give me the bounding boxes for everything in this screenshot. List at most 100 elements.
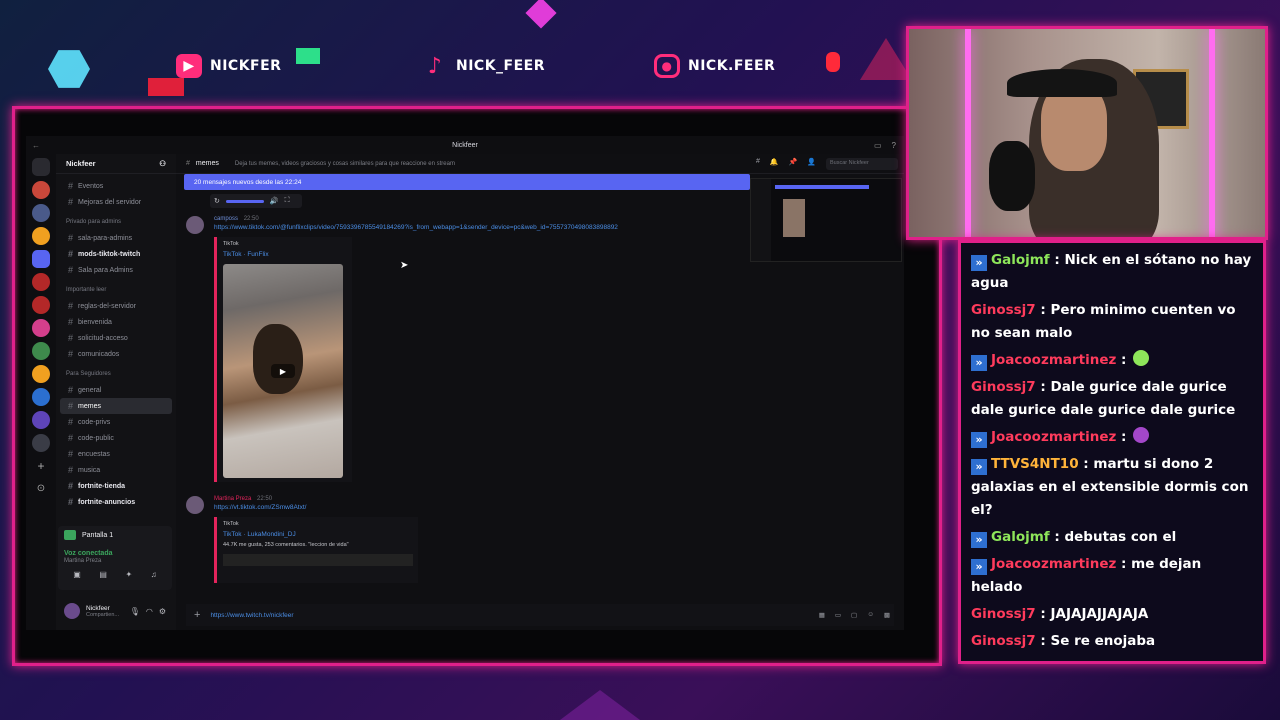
server-icon[interactable] xyxy=(32,181,50,199)
channel-item[interactable]: # fortnite-tienda xyxy=(60,478,172,494)
volume-icon[interactable]: 🔊 xyxy=(270,197,279,205)
server-icon[interactable] xyxy=(32,227,50,245)
server-icon[interactable] xyxy=(32,388,50,406)
microphone-icon[interactable]: 🎙 xyxy=(130,607,140,616)
channel-item[interactable]: # bienvenida xyxy=(60,314,172,330)
invite-icon[interactable]: ⚇ xyxy=(159,159,166,168)
channel-item[interactable]: # code-public xyxy=(60,430,172,446)
chat-username[interactable]: TTVS4NT10 xyxy=(991,456,1079,472)
chat-username[interactable]: Galojmf xyxy=(991,529,1050,545)
chat-text: dea xyxy=(1087,240,1115,241)
server-icon[interactable] xyxy=(32,411,50,429)
server-icon[interactable] xyxy=(32,342,50,360)
server-icon[interactable] xyxy=(32,434,50,452)
composer-text[interactable]: https://www.twitch.tv/nickfeer xyxy=(210,612,293,619)
embed-title[interactable]: TikTok · LukaMondini_DJ xyxy=(223,531,412,538)
server-name-header[interactable]: Nickfeer ⚇ xyxy=(56,154,176,174)
headphones-icon[interactable]: ◠ xyxy=(146,607,153,616)
camera-icon[interactable]: ▣ xyxy=(73,570,81,579)
message-author[interactable]: Martina Preza xyxy=(214,496,251,502)
server-icon-selected[interactable] xyxy=(32,250,50,268)
replay-icon[interactable]: ↻ xyxy=(214,197,220,205)
channel-item[interactable]: # reglas-del-servidor xyxy=(60,298,172,314)
channel-item[interactable]: # code-privs xyxy=(60,414,172,430)
sticker-icon[interactable]: ▢ xyxy=(851,611,857,619)
avatar[interactable] xyxy=(64,603,80,619)
volume-slider[interactable] xyxy=(225,199,264,203)
bell-icon[interactable]: 🔔 xyxy=(770,158,779,170)
video-thumbnail[interactable] xyxy=(223,554,413,566)
server-icon[interactable] xyxy=(32,365,50,383)
emoji-icon[interactable]: ☺ xyxy=(867,611,874,619)
user-name: Nickfeer xyxy=(86,604,110,612)
add-server-icon[interactable]: + xyxy=(32,457,50,475)
help-icon[interactable]: ? xyxy=(892,141,896,150)
red-block-decoration xyxy=(148,78,184,96)
chat-username[interactable]: Galojmf xyxy=(991,252,1050,268)
chat-text: Se re enojaba xyxy=(1050,633,1156,649)
chat-message: » TTVS4NT10 : martu si dono 2 galaxias en… xyxy=(971,456,1249,518)
gif-icon[interactable]: ▭ xyxy=(835,611,841,619)
chat-username[interactable]: Ginossj7 xyxy=(971,633,1036,649)
chat-username[interactable]: Joacoozmartinez xyxy=(991,556,1116,572)
youtube-handle: NICKFER xyxy=(210,58,282,74)
message-composer[interactable]: + https://www.twitch.tv/nickfeer ▦ ▭ ▢ ☺… xyxy=(186,604,894,626)
chat-messages: camposs_999 : yocamposs_999 : dea»Galojm… xyxy=(971,240,1253,653)
channel-item[interactable]: # mods-tiktok-twitch xyxy=(60,246,172,262)
chat-username[interactable]: camposs_999 xyxy=(971,240,1072,241)
server-icon[interactable] xyxy=(32,296,50,314)
category-header[interactable]: Privado para admins xyxy=(60,214,172,230)
tiktok-embed: TikTok TikTok · FunFlix ▶ xyxy=(214,237,352,482)
activities-icon[interactable]: ✦ xyxy=(125,570,132,579)
category-header[interactable]: Importante leer xyxy=(60,282,172,298)
add-attachment-icon[interactable]: + xyxy=(194,609,200,621)
hash-icon: # xyxy=(68,233,74,243)
chat-username[interactable]: Joacoozmartinez xyxy=(991,429,1116,445)
stream-preview-thumbnail[interactable] xyxy=(750,178,902,262)
channel-item[interactable]: # memes xyxy=(60,398,172,414)
message-author[interactable]: camposs xyxy=(214,216,238,222)
channel-item[interactable]: # Mejoras del servidor xyxy=(60,194,172,210)
category-header[interactable]: Para Seguidores xyxy=(60,366,172,382)
chat-username[interactable]: Ginossj7 xyxy=(971,302,1036,318)
message-link[interactable]: https://vt.tiktok.com/ZSmw8Atxt/ xyxy=(214,504,904,511)
chat-username[interactable]: Ginossj7 xyxy=(971,379,1036,395)
new-messages-banner[interactable]: 20 mensajes nuevos desde las 22:24 xyxy=(184,174,750,190)
channel-item[interactable]: # musica xyxy=(60,462,172,478)
soundboard-icon[interactable]: ♫ xyxy=(151,570,157,579)
threads-icon[interactable]: # xyxy=(756,158,760,170)
settings-icon[interactable]: ⚙ xyxy=(159,607,166,616)
server-icon[interactable] xyxy=(32,204,50,222)
discord-home-icon[interactable] xyxy=(32,158,50,176)
server-icon[interactable] xyxy=(32,273,50,291)
channel-item[interactable]: # general xyxy=(60,382,172,398)
fullscreen-icon[interactable]: ⛶ xyxy=(285,197,290,205)
chat-username[interactable]: Joacoozmartinez xyxy=(991,352,1116,368)
avatar[interactable] xyxy=(186,216,204,234)
channel-item[interactable]: # comunicados xyxy=(60,346,172,362)
explore-icon[interactable]: ⊙ xyxy=(32,480,50,498)
members-icon[interactable]: 👤 xyxy=(807,158,816,170)
video-thumbnail[interactable]: ▶ xyxy=(223,264,343,478)
gift-icon[interactable]: ▦ xyxy=(819,611,825,619)
avatar[interactable] xyxy=(186,496,204,514)
channel-item[interactable]: # encuestas xyxy=(60,446,172,462)
channel-item[interactable]: # Sala para Admins xyxy=(60,262,172,278)
chat-username[interactable]: Ginossj7 xyxy=(971,606,1036,622)
apps-icon[interactable]: ▩ xyxy=(884,611,890,619)
play-icon[interactable]: ▶ xyxy=(271,364,295,378)
channel-item[interactable]: # fortnite-anuncios xyxy=(60,494,172,510)
channel-item[interactable]: # Eventos xyxy=(60,178,172,194)
channel-label: reglas-del-servidor xyxy=(78,302,136,310)
channel-item[interactable]: # solicitud-acceso xyxy=(60,330,172,346)
channel-label: Eventos xyxy=(78,182,104,190)
embed-title[interactable]: TikTok · FunFlix xyxy=(223,251,346,258)
channel-item[interactable]: # sala-para-admins xyxy=(60,230,172,246)
screen-share-button[interactable]: ▤ xyxy=(99,570,107,579)
pin-icon[interactable]: 📌 xyxy=(789,158,798,170)
search-input[interactable]: Buscar Nickfeer xyxy=(826,157,898,170)
server-icon[interactable] xyxy=(32,319,50,337)
inbox-icon[interactable]: ▭ xyxy=(874,141,882,150)
hash-icon: # xyxy=(68,197,74,207)
back-arrow-icon[interactable]: ← xyxy=(32,141,40,150)
